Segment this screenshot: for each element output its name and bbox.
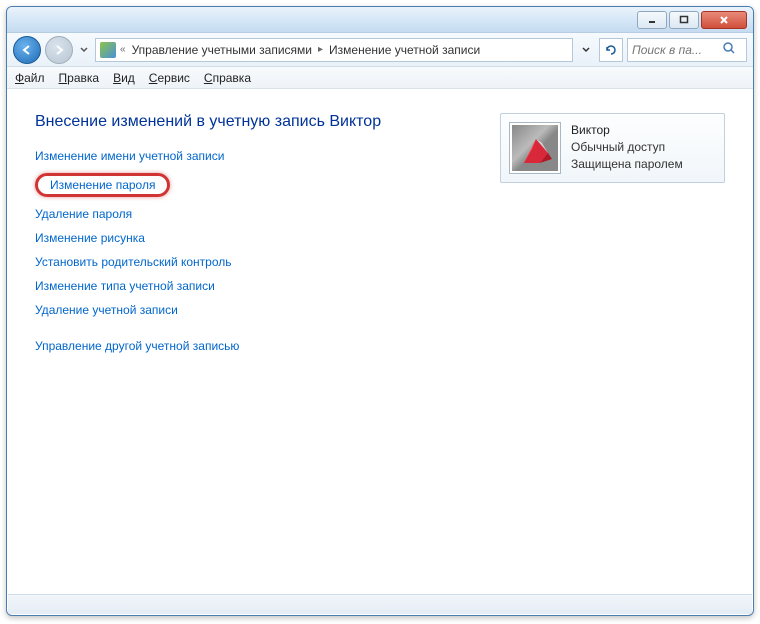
nav-history-dropdown[interactable] <box>77 41 91 59</box>
user-card: Виктор Обычный доступ Защищена паролем <box>500 113 725 183</box>
back-arrow-icon <box>20 43 34 57</box>
origami-icon <box>518 135 554 167</box>
statusbar <box>8 594 752 614</box>
close-icon <box>718 15 730 25</box>
search-input[interactable] <box>632 43 722 57</box>
content: Внесение изменений в учетную запись Викт… <box>7 89 753 387</box>
back-button[interactable] <box>13 36 41 64</box>
refresh-button[interactable] <box>599 38 623 62</box>
maximize-icon <box>679 15 689 25</box>
user-password-status: Защищена паролем <box>571 156 683 173</box>
task-parental-controls[interactable]: Установить родительский контроль <box>35 255 440 269</box>
user-info: Виктор Обычный доступ Защищена паролем <box>571 122 683 174</box>
menubar: Файл Правка Вид Сервис Справка <box>7 67 753 89</box>
forward-arrow-icon <box>52 43 66 57</box>
chevron-down-icon <box>582 47 590 53</box>
chevron-down-icon <box>80 47 88 53</box>
task-rename-account[interactable]: Изменение имени учетной записи <box>35 149 440 163</box>
breadcrumb[interactable]: « Управление учетными записями ▸ Изменен… <box>95 38 573 62</box>
user-access-level: Обычный доступ <box>571 139 683 156</box>
chevron-right-icon: ▸ <box>318 44 323 55</box>
refresh-icon <box>604 43 618 57</box>
task-delete-password[interactable]: Удаление пароля <box>35 207 440 221</box>
search-box[interactable] <box>627 38 747 62</box>
tasks-column: Внесение изменений в учетную запись Викт… <box>35 113 440 363</box>
maximize-button[interactable] <box>669 11 699 29</box>
menu-tools[interactable]: Сервис <box>149 71 190 85</box>
task-change-picture[interactable]: Изменение рисунка <box>35 231 440 245</box>
search-icon <box>722 41 736 58</box>
breadcrumb-seg-accounts[interactable]: Управление учетными записями <box>130 43 314 57</box>
user-name: Виктор <box>571 122 683 139</box>
menu-edit[interactable]: Правка <box>59 71 100 85</box>
task-change-password[interactable]: Изменение пароля <box>35 173 170 197</box>
task-delete-account[interactable]: Удаление учетной записи <box>35 303 440 317</box>
menu-view[interactable]: Вид <box>113 71 135 85</box>
close-button[interactable] <box>701 11 747 29</box>
breadcrumb-dropdown[interactable] <box>577 41 595 59</box>
user-picture <box>509 122 561 174</box>
breadcrumb-seg-change[interactable]: Изменение учетной записи <box>327 43 482 57</box>
breadcrumb-prefix: « <box>120 44 126 55</box>
menu-file[interactable]: Файл <box>15 71 45 85</box>
window: « Управление учетными записями ▸ Изменен… <box>6 6 754 616</box>
page-title: Внесение изменений в учетную запись Викт… <box>35 113 440 131</box>
task-manage-other[interactable]: Управление другой учетной записью <box>35 339 440 353</box>
navbar: « Управление учетными записями ▸ Изменен… <box>7 33 753 67</box>
minimize-icon <box>647 15 657 25</box>
task-change-type[interactable]: Изменение типа учетной записи <box>35 279 440 293</box>
control-panel-icon <box>100 42 116 58</box>
titlebar <box>7 7 753 33</box>
menu-help[interactable]: Справка <box>204 71 251 85</box>
forward-button[interactable] <box>45 36 73 64</box>
minimize-button[interactable] <box>637 11 667 29</box>
